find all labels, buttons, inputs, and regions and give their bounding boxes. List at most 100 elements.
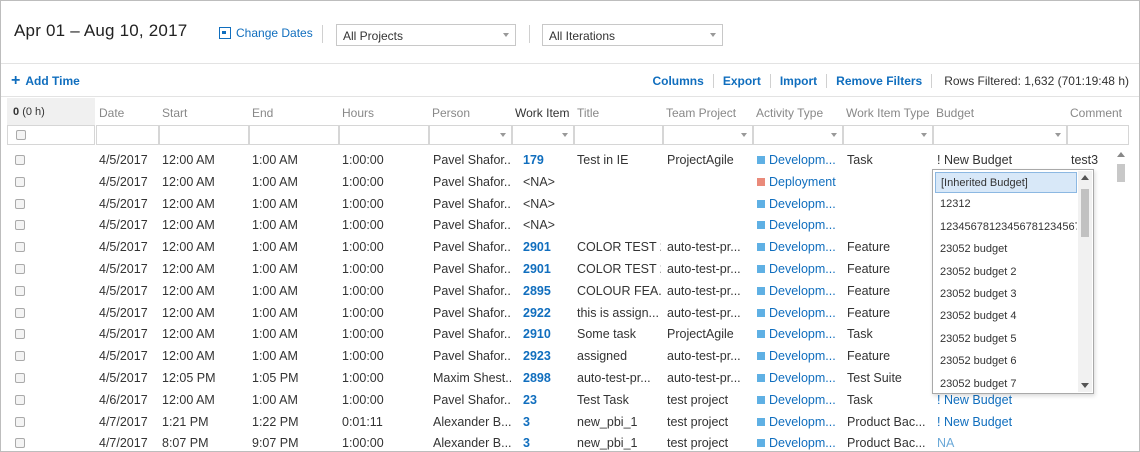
column-header-title[interactable]: Title [577,106,599,120]
cell-work-item: <NA> [523,196,555,211]
cell-work-item[interactable]: 179 [523,153,573,167]
cell-activity[interactable]: Developm... [757,240,841,254]
filter-budget[interactable] [933,125,1067,145]
budget-option[interactable]: 23052 budget 2 [935,262,1077,283]
filter-activity-type[interactable] [753,125,843,145]
cell-budget[interactable]: ! New Budget [937,153,1065,167]
column-header-hours[interactable]: Hours [342,106,374,120]
cell-activity[interactable]: Developm... [757,306,841,320]
budget-dropdown-list[interactable]: [Inherited Budget] 12312 12345678123456781… [932,169,1094,394]
top-bar: Apr 01 – Aug 10, 2017 Change Dates All P… [1,1,1139,64]
filter-title[interactable] [574,125,663,145]
row-checkbox[interactable] [15,394,25,405]
budget-option[interactable]: 23052 budget 5 [935,329,1077,350]
column-header-work-item-type[interactable]: Work Item Type [846,106,930,120]
budget-option[interactable]: 23052 budget 7 [935,374,1077,395]
row-checkbox[interactable] [15,176,25,187]
budget-list-scrollbar[interactable] [1078,171,1092,392]
cell-work-item[interactable]: 2910 [523,327,573,341]
column-header-work-item[interactable]: Work Item [515,106,569,120]
column-header-activity-type[interactable]: Activity Type [756,106,823,120]
filter-person[interactable] [429,125,512,145]
cell-activity[interactable]: Developm... [757,262,841,276]
cell-activity[interactable]: Developm... [757,436,841,450]
remove-filters-button[interactable]: Remove Filters [827,74,933,88]
filter-team-project[interactable] [663,125,753,145]
row-checkbox[interactable] [15,373,25,383]
scroll-down-icon[interactable] [1081,383,1089,388]
cell-activity[interactable]: Developm... [757,349,841,363]
cell-activity[interactable]: Deployment [757,175,841,189]
iterations-dropdown[interactable]: All Iterations [542,24,723,46]
select-all-checkbox[interactable] [16,130,26,140]
cell-budget[interactable]: ! New Budget [937,415,1065,429]
cell-activity[interactable]: Developm... [757,371,841,385]
cell-work-item[interactable]: 3 [523,415,573,429]
cell-budget[interactable]: NA [937,436,1065,450]
cell-work-item[interactable]: 2901 [523,240,573,254]
cell-budget[interactable]: ! New Budget [937,393,1065,407]
cell-work-item[interactable]: 2922 [523,306,573,320]
filter-start[interactable] [159,125,249,145]
budget-option[interactable]: 23052 budget 6 [935,351,1077,372]
cell-activity[interactable]: Developm... [757,197,841,211]
column-header-start[interactable]: Start [162,106,187,120]
filter-work-item-type[interactable] [843,125,933,145]
filter-date[interactable] [96,125,159,145]
cell-activity[interactable]: Developm... [757,393,841,407]
filter-work-item[interactable] [512,125,574,145]
row-checkbox[interactable] [15,242,25,253]
cell-work-item[interactable]: 2895 [523,284,573,298]
cell-activity[interactable]: Developm... [757,153,841,167]
add-time-button[interactable]: + Add Time [11,73,80,89]
row-checkbox[interactable] [15,438,25,449]
scroll-thumb[interactable] [1081,189,1089,237]
cell-activity[interactable]: Developm... [757,218,841,232]
row-checkbox[interactable] [15,329,25,340]
row-checkbox[interactable] [15,351,25,362]
scroll-up-icon[interactable] [1081,175,1089,180]
cell-activity[interactable]: Developm... [757,327,841,341]
filter-end[interactable] [249,125,339,145]
budget-option[interactable]: [Inherited Budget] [935,172,1077,193]
table-row[interactable]: 4/7/2017 1:21 PM 1:22 PM 0:01:11 Alexander B… [1,411,1139,433]
cell-hours: 1:00:00 [342,392,384,407]
row-checkbox[interactable] [15,198,25,209]
column-header-date[interactable]: Date [99,106,124,120]
change-dates-button[interactable]: Change Dates [219,26,313,40]
row-checkbox[interactable] [15,264,25,274]
cell-work-item[interactable]: 2923 [523,349,573,363]
row-checkbox[interactable] [15,155,25,165]
column-header-person[interactable]: Person [432,106,470,120]
table-row[interactable]: 4/7/2017 8:07 PM 9:07 PM 1:00:00 Alexander B… [1,432,1139,451]
cell-activity[interactable]: Developm... [757,415,841,429]
filter-hours[interactable] [339,125,429,145]
budget-option[interactable]: 12312 [935,194,1077,215]
row-checkbox[interactable] [15,416,25,427]
column-header-budget[interactable]: Budget [936,106,974,120]
import-button[interactable]: Import [771,74,828,88]
budget-option[interactable]: 23052 budget [935,239,1077,260]
column-header-end[interactable]: End [252,106,273,120]
cell-work-item[interactable]: 23 [523,393,573,407]
cell-work-item[interactable]: 3 [523,436,573,450]
filter-comment[interactable] [1067,125,1129,145]
scroll-thumb[interactable] [1117,164,1125,182]
cell-work-item[interactable]: 2901 [523,262,573,276]
cell-work-item[interactable]: 2898 [523,371,573,385]
row-checkbox[interactable] [15,307,25,318]
cell-activity[interactable]: Developm... [757,284,841,298]
scroll-up-icon[interactable] [1117,152,1125,157]
row-checkbox[interactable] [15,220,25,231]
table-row[interactable]: 4/5/2017 12:00 AM 1:00 AM 1:00:00 Pavel Shaf… [1,149,1139,171]
grid-scrollbar[interactable] [1114,150,1128,450]
budget-option[interactable]: 12345678123456781234567 [935,217,1077,238]
export-button[interactable]: Export [714,74,771,88]
column-header-team-project[interactable]: Team Project [666,106,736,120]
columns-button[interactable]: Columns [643,74,714,88]
column-header-comment[interactable]: Comment [1070,106,1122,120]
budget-option[interactable]: 23052 budget 3 [935,284,1077,305]
projects-dropdown[interactable]: All Projects [336,24,516,46]
row-checkbox[interactable] [15,285,25,296]
budget-option[interactable]: 23052 budget 4 [935,306,1077,327]
